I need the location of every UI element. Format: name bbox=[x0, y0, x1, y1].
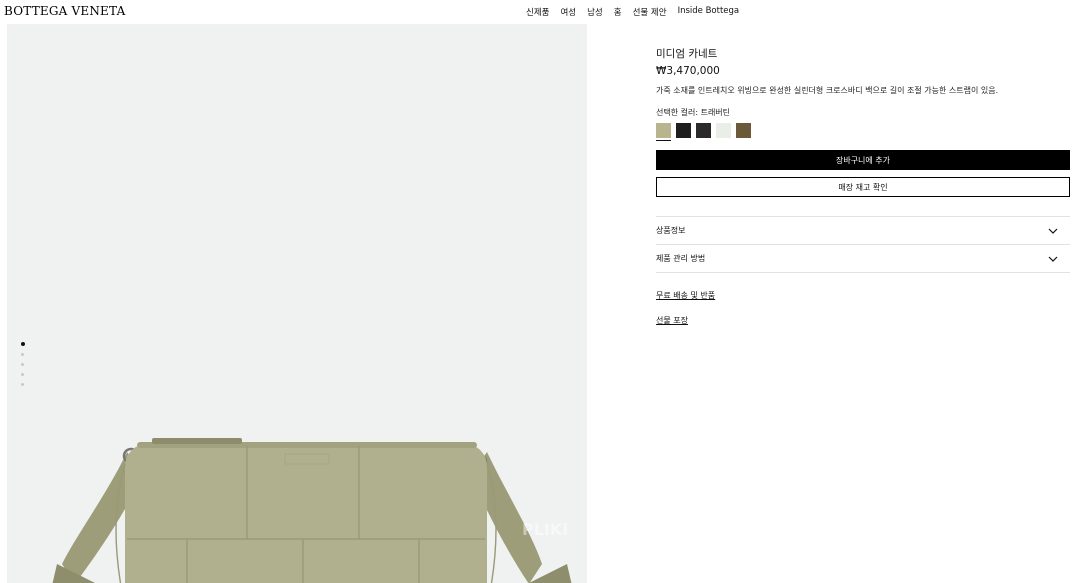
product-gallery[interactable]: PLIKI bbox=[7, 24, 587, 583]
product-accordion: 상품정보 제품 관리 방법 bbox=[656, 216, 1070, 273]
nav-item-home[interactable]: 홈 bbox=[614, 6, 622, 18]
gallery-dot[interactable] bbox=[21, 373, 24, 376]
accordion-label: 제품 관리 방법 bbox=[656, 254, 706, 263]
nav-item-new[interactable]: 신제품 bbox=[526, 6, 549, 18]
accordion-product-info[interactable]: 상품정보 bbox=[656, 217, 1070, 245]
image-watermark: PLIKI bbox=[522, 520, 569, 539]
color-swatches bbox=[656, 123, 1070, 141]
main-nav: 신제품 여성 남성 홈 선물 제안 Inside Bottega bbox=[526, 6, 739, 18]
site-header: BOTTEGA VENETA 신제품 여성 남성 홈 선물 제안 Inside … bbox=[0, 0, 1080, 24]
nav-item-women[interactable]: 여성 bbox=[560, 6, 576, 18]
brand-logo[interactable]: BOTTEGA VENETA bbox=[4, 4, 125, 18]
color-swatch-dark[interactable] bbox=[696, 123, 711, 138]
gallery-dot[interactable] bbox=[20, 342, 25, 346]
color-swatch-brown[interactable] bbox=[736, 123, 751, 138]
gallery-dot[interactable] bbox=[21, 363, 24, 366]
add-to-bag-button[interactable]: 장바구니에 추가 bbox=[656, 150, 1070, 170]
nav-item-men[interactable]: 남성 bbox=[587, 6, 603, 18]
gallery-pagination bbox=[20, 342, 25, 386]
accordion-care[interactable]: 제품 관리 방법 bbox=[656, 245, 1070, 273]
accordion-label: 상품정보 bbox=[656, 226, 686, 235]
chevron-down-icon bbox=[1048, 256, 1058, 262]
color-swatch-travertine[interactable] bbox=[656, 123, 671, 141]
gallery-dot[interactable] bbox=[21, 383, 24, 386]
gift-wrapping-link[interactable]: 선물 포장 bbox=[656, 315, 1070, 326]
product-info-panel: 미디엄 카네트 ₩3,470,000 가죽 소재를 인트레치오 위빙으로 완성한… bbox=[656, 46, 1070, 326]
product-price: ₩3,470,000 bbox=[656, 65, 720, 77]
nav-item-gifts[interactable]: 선물 제안 bbox=[633, 6, 667, 18]
gallery-dot[interactable] bbox=[21, 353, 24, 356]
check-store-stock-button[interactable]: 매장 재고 확인 bbox=[656, 177, 1070, 197]
nav-item-inside-bottega[interactable]: Inside Bottega bbox=[678, 6, 740, 18]
color-swatch-black[interactable] bbox=[676, 123, 691, 138]
info-links: 무료 배송 및 반품 선물 포장 bbox=[656, 290, 1070, 326]
product-image bbox=[52, 438, 572, 583]
chevron-down-icon bbox=[1048, 228, 1058, 234]
color-swatch-light[interactable] bbox=[716, 123, 731, 138]
product-title: 미디엄 카네트 bbox=[656, 48, 718, 60]
selected-color-label: 선택한 컬러: 트래버틴 bbox=[656, 108, 731, 117]
free-shipping-returns-link[interactable]: 무료 배송 및 반품 bbox=[656, 290, 1070, 301]
product-description: 가죽 소재를 인트레치오 위빙으로 완성한 실린더형 크로스바디 백으로 길이 … bbox=[656, 86, 999, 95]
